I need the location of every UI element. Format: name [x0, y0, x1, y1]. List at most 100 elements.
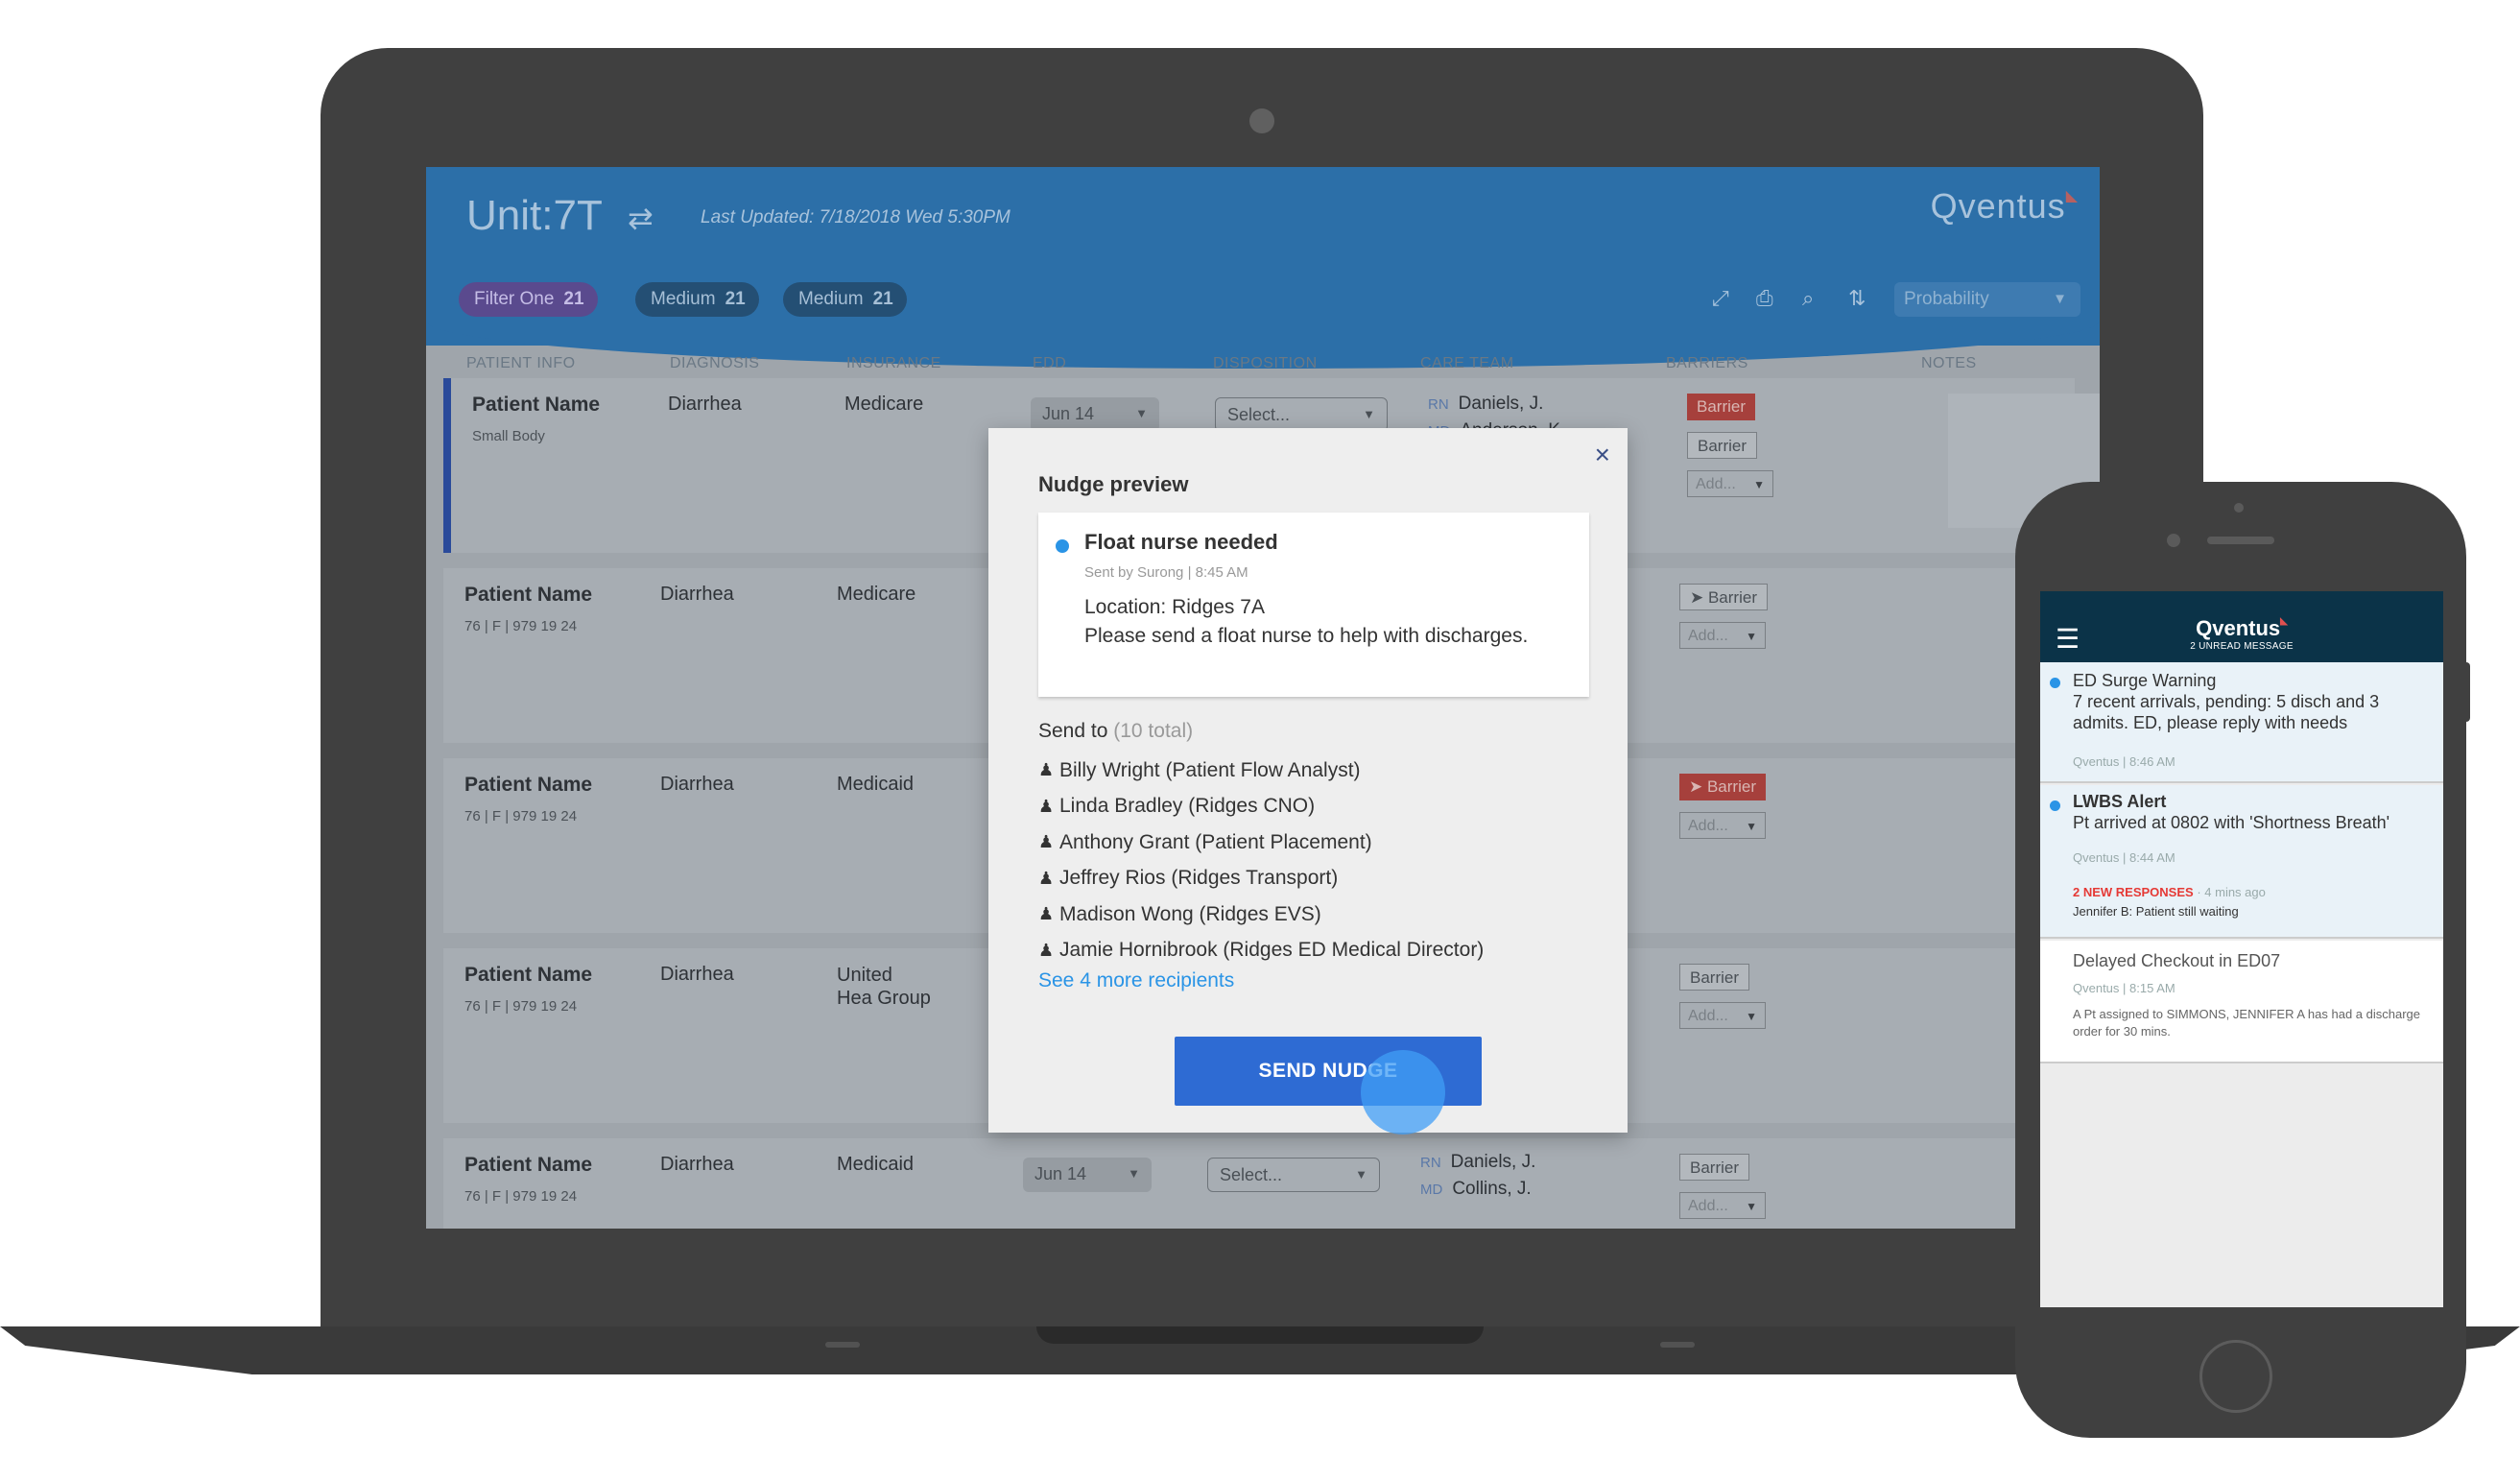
disposition-select[interactable]: Select... ▼ [1207, 1158, 1380, 1192]
patient-name[interactable]: Patient Name [472, 394, 600, 417]
filter-chip[interactable]: Medium 21 [635, 282, 759, 317]
patient-name[interactable]: Patient Name [464, 1154, 592, 1177]
chevron-down-icon: ▼ [1128, 1166, 1140, 1181]
disposition-select[interactable]: Select... ▼ [1215, 397, 1388, 432]
person-icon: ♟ [1038, 868, 1055, 888]
column-header[interactable]: INSURANCE [846, 355, 941, 372]
message-detail: A Pt assigned to SIMMONS, JENNIFER A has… [2073, 1007, 2421, 1039]
edd-value: Jun 14 [1034, 1164, 1087, 1183]
message-item[interactable]: ED Surge Warning 7 recent arrivals, pend… [2040, 662, 2443, 783]
barrier-badge[interactable]: Barrier [1687, 394, 1756, 420]
patient-details: 76 | F | 979 19 24 [464, 1188, 578, 1205]
phone-camera [2167, 534, 2180, 547]
filter-count: 21 [872, 289, 893, 309]
column-header[interactable]: PATIENT INFO [466, 355, 576, 372]
filter-count: 21 [563, 289, 584, 309]
message-item[interactable]: Delayed Checkout in ED07 Qventus | 8:15 … [2040, 941, 2443, 1063]
app-header: Unit:7T ⇄ Last Updated: 7/18/2018 Wed 5:… [426, 167, 2100, 369]
laptop-camera [1249, 108, 1274, 133]
phone-screen: ☰ Qventus◣ 2 UNREAD MESSAGE ED Surge War… [2040, 591, 2443, 1307]
filter-count: 21 [725, 289, 746, 309]
message-item[interactable]: LWBS Alert Pt arrived at 0802 with 'Shor… [2040, 785, 2443, 939]
sort-select[interactable]: Probability ▼ [1894, 282, 2080, 317]
filter-chip[interactable]: Filter One 21 [459, 282, 598, 317]
see-more-recipients-link[interactable]: See 4 more recipients [1038, 969, 1234, 992]
search-icon[interactable]: ⌕ [1802, 286, 1814, 311]
edd-select[interactable]: Jun 14 ▼ [1023, 1158, 1152, 1192]
barrier-badge[interactable]: Barrier [1687, 432, 1758, 459]
phone-brand-text: Qventus [2196, 616, 2281, 640]
table-row[interactable]: Patient Name 76 | F | 979 19 24 Diarrhea… [443, 1138, 2075, 1229]
nudge-preview-card: Float nurse needed Sent by Surong | 8:45… [1038, 513, 1589, 697]
rn-name: Daniels, J. [1450, 1152, 1536, 1172]
role-label: RN [1420, 1155, 1441, 1171]
expand-icon[interactable]: ⤢ [1712, 286, 1729, 311]
recipient-name: Billy Wright (Patient Flow Analyst) [1059, 758, 1361, 781]
home-button[interactable] [2199, 1340, 2272, 1413]
barrier-badge[interactable]: Barrier [1679, 1154, 1750, 1181]
column-header[interactable]: CARE TEAM [1420, 355, 1514, 372]
insurance: Medicaid [837, 774, 915, 795]
add-barrier-select[interactable]: Add... ▼ [1679, 1002, 1766, 1029]
patient-details: 76 | F | 979 19 24 [464, 618, 578, 634]
chevron-down-icon: ▼ [1746, 820, 1757, 833]
add-barrier-select[interactable]: Add... ▼ [1679, 622, 1766, 649]
new-responses-count: 2 NEW RESPONSES [2073, 885, 2194, 899]
brand-text: Qventus [1930, 186, 2066, 226]
patient-name[interactable]: Patient Name [464, 584, 592, 607]
diagnosis: Diarrhea [668, 394, 742, 415]
chevron-down-icon: ▼ [1746, 1010, 1757, 1023]
close-icon[interactable]: × [1595, 440, 1610, 470]
chevron-down-icon: ▼ [1746, 630, 1757, 643]
column-header[interactable]: NOTES [1921, 355, 1977, 372]
person-icon: ♟ [1038, 832, 1055, 852]
recipient-item: ♟ Jamie Hornibrook (Ridges ED Medical Dir… [1038, 933, 1484, 969]
add-barrier-select[interactable]: Add... ▼ [1687, 470, 1773, 497]
recipient-name: Anthony Grant (Patient Placement) [1059, 830, 1372, 853]
chevron-down-icon: ▼ [1753, 478, 1765, 491]
tap-indicator [1361, 1050, 1445, 1135]
send-to-label: Send to (10 total) [1038, 720, 1193, 743]
recipient-name: Madison Wong (Ridges EVS) [1059, 902, 1321, 925]
modal-title: Nudge preview [1038, 472, 1189, 496]
column-header[interactable]: BARRIERS [1666, 355, 1748, 372]
care-team-rn: RN Daniels, J. [1428, 394, 1543, 415]
diagnosis: Diarrhea [660, 774, 734, 795]
column-header[interactable]: DISPOSITION [1213, 355, 1318, 372]
filter-chip[interactable]: Medium 21 [783, 282, 907, 317]
patient-name[interactable]: Patient Name [464, 964, 592, 987]
phone-brand: Qventus◣ [2040, 616, 2443, 641]
message-meta: Qventus | 8:46 AM [2073, 754, 2175, 769]
edd-select[interactable]: Jun 14 ▼ [1031, 397, 1159, 432]
unread-dot-icon [1056, 539, 1069, 553]
add-barrier-select[interactable]: Add... ▼ [1679, 1192, 1766, 1219]
rn-name: Daniels, J. [1458, 394, 1544, 414]
add-label: Add... [1688, 1198, 1728, 1214]
new-responses: 2 NEW RESPONSES · 4 mins ago [2073, 885, 2266, 899]
sort-icon[interactable]: ⇅ [1848, 286, 1866, 311]
send-icon: ➤ [1690, 588, 1708, 607]
diagnosis: Diarrhea [660, 964, 734, 985]
patient-name[interactable]: Patient Name [464, 774, 592, 797]
nudge-location: Location: Ridges 7A [1084, 596, 1265, 618]
nudge-preview-modal: × Nudge preview Float nurse needed Sent … [988, 428, 1628, 1135]
message-title: Delayed Checkout in ED07 [2073, 951, 2281, 970]
phone: ☰ Qventus◣ 2 UNREAD MESSAGE ED Surge War… [2015, 482, 2470, 1438]
diagnosis: Diarrhea [660, 584, 734, 605]
message-meta: Qventus | 8:44 AM [2073, 850, 2175, 865]
message-body: Pt arrived at 0802 with 'Shortness Breat… [2073, 813, 2390, 832]
switch-unit-icon[interactable]: ⇄ [628, 200, 654, 236]
print-icon[interactable]: ⎙ [1756, 286, 1773, 311]
recipient-item: ♟ Jeffrey Rios (Ridges Transport) [1038, 861, 1484, 897]
send-to-text: Send to [1038, 720, 1108, 742]
column-header[interactable]: EDD [1033, 355, 1066, 372]
column-header[interactable]: DIAGNOSIS [670, 355, 759, 372]
barrier-badge[interactable]: ➤ Barrier [1679, 774, 1766, 800]
insurance: Medicare [844, 394, 924, 415]
barrier-badge[interactable]: ➤ Barrier [1679, 584, 1768, 610]
recipient-item: ♟ Anthony Grant (Patient Placement) [1038, 824, 1484, 861]
edd-value: Jun 14 [1042, 404, 1095, 423]
unread-dot-icon [2050, 800, 2060, 811]
add-barrier-select[interactable]: Add... ▼ [1679, 812, 1766, 839]
barrier-badge[interactable]: Barrier [1679, 964, 1750, 991]
